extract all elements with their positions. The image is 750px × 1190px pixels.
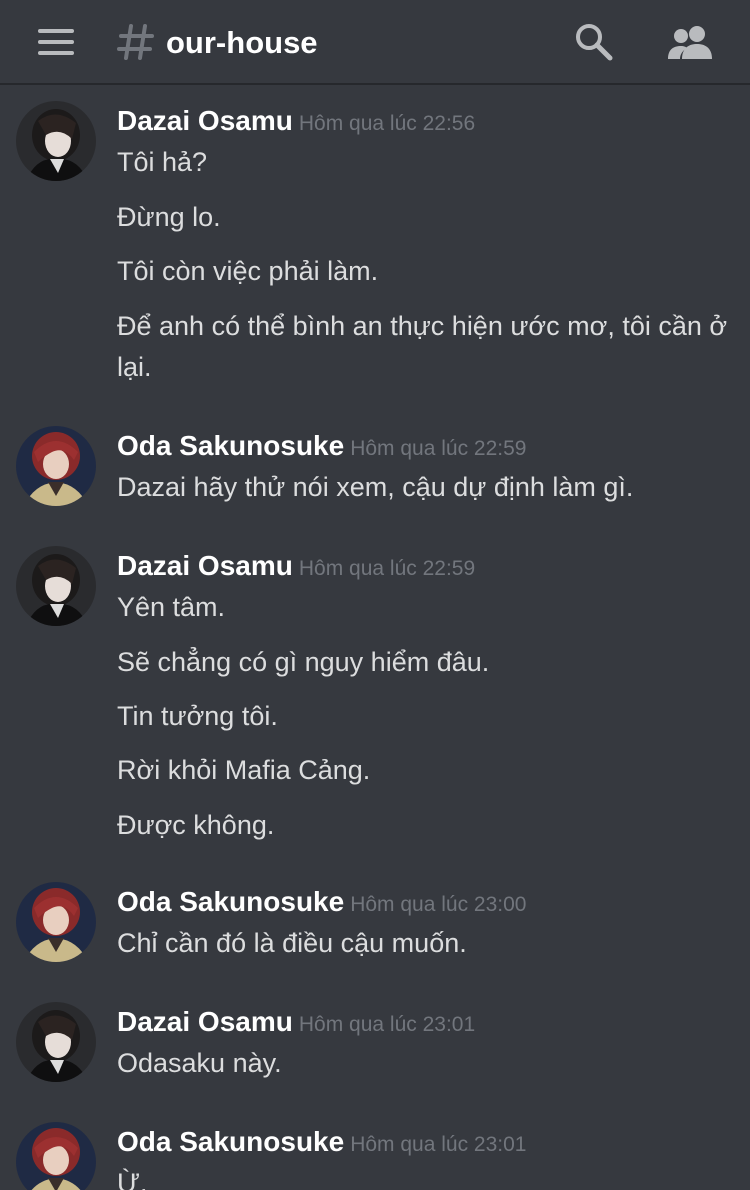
username[interactable]: Dazai Osamu [117, 105, 293, 136]
members-icon[interactable] [666, 23, 714, 61]
message-text: Yên tâm. [117, 592, 226, 622]
timestamp: Hôm qua lúc 22:59 [350, 437, 527, 460]
timestamp: Hôm qua lúc 22:59 [298, 557, 476, 580]
message-header: Oda Sakunosuke Hôm qua lúc 23:00 [117, 882, 526, 922]
message-header: Oda Sakunosuke Hôm qua lúc 22:59 [117, 426, 526, 466]
message-header: Dazai Osamu Hôm qua lúc 23:01 [117, 1002, 475, 1042]
channel-header: our-house [0, 0, 750, 85]
username[interactable]: Oda Sakunosuke [117, 1126, 344, 1157]
avatar-oda[interactable] [16, 882, 96, 962]
avatar-dazai[interactable] [16, 546, 96, 626]
avatar-dazai[interactable] [16, 101, 96, 181]
message-text: Sẽ chẳng có gì nguy hiểm đâu. [117, 647, 490, 677]
username[interactable]: Dazai Osamu [117, 550, 293, 581]
message-text: Odasaku này. [117, 1048, 282, 1078]
username[interactable]: Oda Sakunosuke [117, 886, 344, 917]
channel-name: our-house [166, 25, 318, 60]
message-text: Chỉ cần đó là điều cậu muốn. [117, 928, 467, 958]
username[interactable]: Dazai Osamu [117, 1006, 293, 1037]
message-header: Oda Sakunosuke Hôm qua lúc 23:01 [117, 1122, 526, 1162]
message-text: Tin tưởng tôi. [117, 701, 278, 731]
avatar-oda[interactable] [16, 426, 96, 506]
hamburger-menu-icon[interactable] [38, 28, 74, 56]
avatar-oda[interactable] [16, 1122, 96, 1190]
timestamp: Hôm qua lúc 23:01 [350, 1133, 527, 1156]
message-text: Tôi còn việc phải làm. [117, 256, 379, 286]
hash-icon [117, 24, 154, 60]
chat-app: our-house Dazai Osamu Hôm qua lúc 22:56 … [0, 0, 750, 1190]
message-text: Đừng lo. [117, 202, 221, 232]
message-text: Tôi hả? [117, 147, 208, 177]
message-list: Dazai Osamu Hôm qua lúc 22:56 Tôi hả? Đừn… [0, 85, 750, 1190]
message-header: Dazai Osamu Hôm qua lúc 22:59 [117, 546, 475, 586]
message-text: Dazai hãy thử nói xem, cậu dự định làm g… [117, 472, 634, 502]
message-text: Ừ. [117, 1168, 148, 1190]
search-icon[interactable] [574, 22, 614, 62]
message-text: Được không. [117, 810, 275, 840]
message-text: Rời khỏi Mafia Cảng. [117, 755, 371, 785]
timestamp: Hôm qua lúc 23:01 [298, 1013, 476, 1036]
avatar-dazai[interactable] [16, 1002, 96, 1082]
timestamp: Hôm qua lúc 22:56 [298, 112, 476, 135]
message-header: Dazai Osamu Hôm qua lúc 22:56 [117, 101, 475, 141]
username[interactable]: Oda Sakunosuke [117, 430, 344, 461]
message-text: Để anh có thể bình an thực hiện ước mơ, … [117, 311, 728, 382]
timestamp: Hôm qua lúc 23:00 [350, 893, 527, 916]
